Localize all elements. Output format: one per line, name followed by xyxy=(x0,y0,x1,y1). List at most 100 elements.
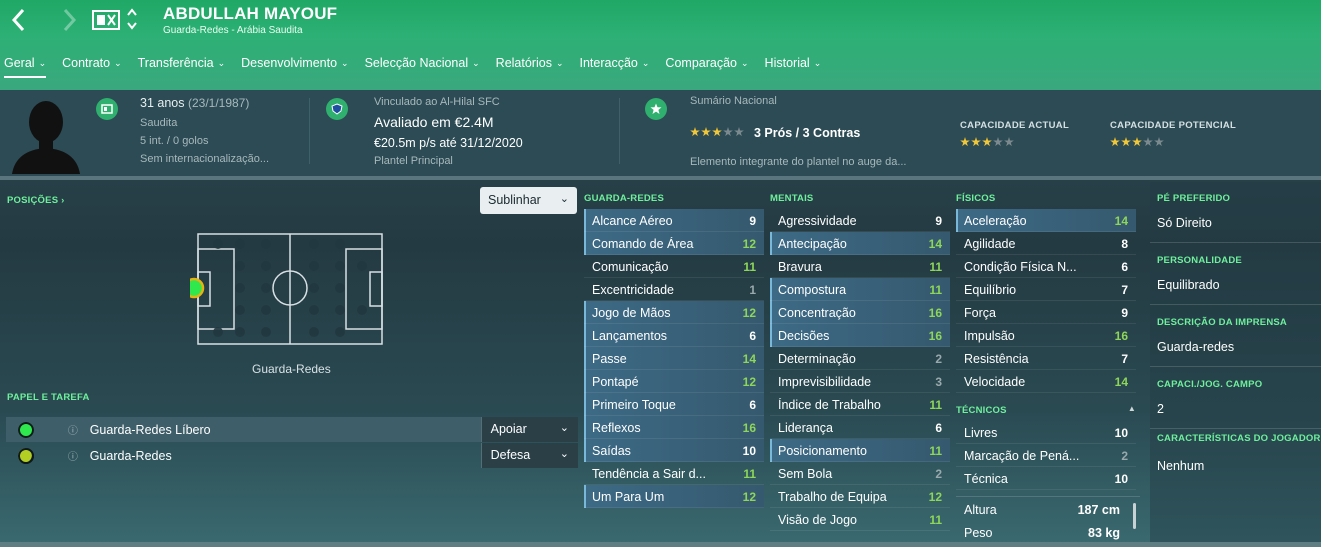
outfield-ability-label: CAPACI./JOG. CAMPO xyxy=(1157,379,1263,390)
attribute-value: 12 xyxy=(742,374,756,389)
attribute-value: 11 xyxy=(743,259,756,274)
tab-relatorios[interactable]: Relatórios ⌄ xyxy=(492,52,564,78)
tab-historial[interactable]: Historial ⌄ xyxy=(761,52,822,78)
info-icon[interactable]: ⓘ xyxy=(68,422,90,437)
tab-seleccao-nacional[interactable]: Selecção Nacional ⌄ xyxy=(361,52,480,78)
attribute-row[interactable]: Comando de Área 12 xyxy=(584,232,764,255)
attribute-value: 8 xyxy=(1121,236,1128,251)
attribute-row[interactable]: Livres 10 xyxy=(956,421,1136,444)
attribute-row[interactable]: Primeiro Toque 6 xyxy=(584,393,764,416)
scrollbar[interactable] xyxy=(1133,503,1136,529)
tab-label: Geral xyxy=(4,56,35,70)
attribute-value: 6 xyxy=(935,420,942,435)
attribute-name: Determinação xyxy=(778,351,856,366)
attribute-row[interactable]: Índice de Trabalho 11 xyxy=(770,393,950,416)
attribute-row[interactable]: Passe 14 xyxy=(584,347,764,370)
attribute-row[interactable]: Decisões 16 xyxy=(770,324,950,347)
role-row[interactable]: ⓘ Guarda-Redes Defesa ⌄ xyxy=(6,443,578,468)
tab-transferencia[interactable]: Transferência ⌄ xyxy=(134,52,226,78)
tab-interaccao[interactable]: Interacção ⌄ xyxy=(576,52,650,78)
attribute-value: 10 xyxy=(1114,471,1128,486)
star-icon xyxy=(1004,137,1014,147)
star-icon xyxy=(960,137,970,147)
attribute-row[interactable]: Lançamentos 6 xyxy=(584,324,764,347)
attribute-row[interactable]: Condição Física N... 6 xyxy=(956,255,1136,278)
attribute-row[interactable]: Força 9 xyxy=(956,301,1136,324)
attribute-name: Trabalho de Equipa xyxy=(778,489,887,504)
club-contract-line[interactable]: Vinculado ao Al-Hilal SFC xyxy=(374,96,500,108)
tab-desenvolvimento[interactable]: Desenvolvimento ⌄ xyxy=(237,52,348,78)
attribute-row[interactable]: Visão de Jogo 11 xyxy=(770,508,950,531)
attribute-value: 6 xyxy=(749,397,756,412)
attribute-row[interactable]: Agilidade 8 xyxy=(956,232,1136,255)
attribute-row[interactable]: Tendência a Sair d... 11 xyxy=(584,462,764,485)
attribute-row[interactable]: Concentração 16 xyxy=(770,301,950,324)
attribute-row[interactable]: Agressividade 9 xyxy=(770,209,950,232)
duty-dropdown[interactable]: Defesa ⌄ xyxy=(480,443,578,468)
forward-arrow-icon[interactable] xyxy=(58,6,80,34)
attribute-name: Antecipação xyxy=(778,236,847,251)
divider xyxy=(309,98,310,164)
international-status[interactable]: Sem internacionalização... xyxy=(140,153,269,165)
attribute-value: 11 xyxy=(743,466,756,481)
duty-dropdown[interactable]: Apoiar ⌄ xyxy=(480,417,578,442)
attribute-row[interactable]: Trabalho de Equipa 12 xyxy=(770,485,950,508)
attribute-row[interactable]: Resistência 7 xyxy=(956,347,1136,370)
player-name: ABDULLAH MAYOUF xyxy=(163,4,338,23)
attribute-row[interactable]: Jogo de Mãos 12 xyxy=(584,301,764,324)
age: 31 anos xyxy=(140,96,185,110)
club-badge-icon[interactable] xyxy=(92,10,120,30)
tab-contrato[interactable]: Contrato ⌄ xyxy=(58,52,122,78)
attribute-row[interactable]: Saídas 10 xyxy=(584,439,764,462)
attribute-row[interactable]: Técnica 10 xyxy=(956,467,1136,490)
attribute-row[interactable]: Bravura 11 xyxy=(770,255,950,278)
attribute-name: Compostura xyxy=(778,282,847,297)
attribute-name: Reflexos xyxy=(592,420,641,435)
tab-label: Selecção Nacional xyxy=(364,56,469,70)
attribute-row[interactable]: Velocidade 14 xyxy=(956,370,1136,393)
attribute-row[interactable]: Equilíbrio 7 xyxy=(956,278,1136,301)
highlight-dropdown-label: Sublinhar xyxy=(488,193,541,207)
attribute-row[interactable]: Reflexos 16 xyxy=(584,416,764,439)
attribute-row[interactable]: Antecipação 14 xyxy=(770,232,950,255)
tab-geral[interactable]: Geral ⌄ xyxy=(0,52,47,78)
attribute-row[interactable]: Um Para Um 12 xyxy=(584,485,764,508)
back-arrow-icon[interactable] xyxy=(8,6,30,34)
media-description-label: DESCRIÇÃO DA IMPRENSA xyxy=(1157,317,1287,328)
attribute-row[interactable]: Aceleração 14 xyxy=(956,209,1136,232)
technical-header[interactable]: TÉCNICOS ▲ xyxy=(956,404,1140,416)
attribute-name: Sem Bola xyxy=(778,466,833,481)
attribute-row[interactable]: Compostura 11 xyxy=(770,278,950,301)
attribute-name: Decisões xyxy=(778,328,830,343)
highlight-dropdown[interactable]: Sublinhar ⌄ xyxy=(480,187,577,214)
attribute-row[interactable]: Sem Bola 2 xyxy=(770,462,950,485)
attribute-row[interactable]: Impulsão 16 xyxy=(956,324,1136,347)
attribute-row[interactable]: Marcação de Pená... 2 xyxy=(956,444,1136,467)
player-avatar-icon[interactable] xyxy=(12,94,80,174)
attribute-row[interactable]: Posicionamento 11 xyxy=(770,439,950,462)
positions-header[interactable]: POSIÇÕES › xyxy=(7,195,64,206)
attribute-value: 2 xyxy=(1121,448,1128,463)
personality-value[interactable]: Equilibrado xyxy=(1157,278,1220,292)
attribute-row[interactable]: Pontapé 12 xyxy=(584,370,764,393)
attribute-row[interactable]: Excentricidade 1 xyxy=(584,278,764,301)
attribute-row[interactable]: Comunicação 11 xyxy=(584,255,764,278)
attribute-value: 3 xyxy=(935,374,942,389)
attribute-row[interactable]: Determinação 2 xyxy=(770,347,950,370)
summary-text[interactable]: Elemento integrante do plantel no auge d… xyxy=(690,156,907,168)
section-divider xyxy=(0,176,1321,180)
collapse-arrow-icon[interactable]: ▲ xyxy=(1128,404,1136,413)
current-ability-label: CAPACIDADE ACTUAL xyxy=(960,120,1070,131)
attribute-row[interactable]: Liderança 6 xyxy=(770,416,950,439)
role-row[interactable]: ⓘ Guarda-Redes Líbero Apoiar ⌄ xyxy=(6,417,578,442)
attribute-row[interactable]: Alcance Aéreo 9 xyxy=(584,209,764,232)
attribute-value: 14 xyxy=(742,351,756,366)
star-icon xyxy=(723,127,733,137)
tab-comparacao[interactable]: Comparação ⌄ xyxy=(661,52,748,78)
attribute-row[interactable]: Imprevisibilidade 3 xyxy=(770,370,950,393)
media-description-value[interactable]: Guarda-redes xyxy=(1157,340,1234,354)
attribute-name: Um Para Um xyxy=(592,489,665,504)
info-icon[interactable]: ⓘ xyxy=(68,448,90,463)
profile-tabs: Geral ⌄ Contrato ⌄ Transferência ⌄ Desenvol… xyxy=(0,52,833,78)
up-down-arrows-icon[interactable] xyxy=(126,6,138,32)
